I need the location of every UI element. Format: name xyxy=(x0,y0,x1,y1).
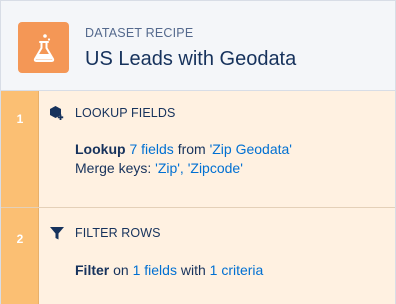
merge-keys-line: Merge keys: 'Zip', 'Zipcode' xyxy=(75,159,292,178)
recipe-title: US Leads with Geodata xyxy=(85,48,297,70)
lookup-verb: Lookup xyxy=(75,141,126,157)
step-lookup-fields[interactable]: 1 LOOKUP FIELDS Lookup 7 fields from 'Zi… xyxy=(1,91,395,208)
filter-criteria-link[interactable]: 1 criteria xyxy=(210,262,264,278)
step-description: Lookup 7 fields from 'Zip Geodata' Merge… xyxy=(75,140,292,178)
step-number: 2 xyxy=(16,232,24,246)
step-rail: 2 xyxy=(1,208,39,304)
hexagon-plus-icon xyxy=(49,105,65,121)
lookup-line: Lookup 7 fields from 'Zip Geodata' xyxy=(75,140,292,159)
recipe-panel: DATASET RECIPE US Leads with Geodata 1 L… xyxy=(0,0,396,304)
filter-verb: Filter xyxy=(75,262,110,278)
step-description: Filter on 1 fields with 1 criteria xyxy=(75,261,263,280)
step-label: LOOKUP FIELDS xyxy=(75,106,176,120)
step-header: FILTER ROWS xyxy=(49,225,161,241)
step-label: FILTER ROWS xyxy=(75,226,161,240)
step-rail: 1 xyxy=(1,91,39,207)
recipe-eyebrow: DATASET RECIPE xyxy=(85,26,194,40)
from-text: from xyxy=(177,141,206,157)
step-number: 1 xyxy=(16,112,24,126)
merge-keys-label: Merge keys: xyxy=(75,160,152,176)
with-text: with xyxy=(180,262,206,278)
funnel-icon xyxy=(49,225,65,241)
flask-icon xyxy=(18,22,69,73)
header-text: DATASET RECIPE US Leads with Geodata xyxy=(85,25,296,71)
step-filter-rows[interactable]: 2 FILTER ROWS Filter on 1 fields with 1 … xyxy=(1,208,395,304)
merge-key-zip-link[interactable]: 'Zip', xyxy=(155,160,184,176)
filter-fields-link[interactable]: 1 fields xyxy=(133,262,177,278)
merge-key-zipcode-link[interactable]: 'Zipcode' xyxy=(188,160,243,176)
on-text: on xyxy=(113,262,129,278)
filter-line: Filter on 1 fields with 1 criteria xyxy=(75,261,263,280)
recipe-header: DATASET RECIPE US Leads with Geodata xyxy=(1,1,395,91)
source-dataset-link[interactable]: 'Zip Geodata' xyxy=(210,141,292,157)
step-header: LOOKUP FIELDS xyxy=(49,105,175,121)
lookup-fields-link[interactable]: 7 fields xyxy=(129,141,173,157)
